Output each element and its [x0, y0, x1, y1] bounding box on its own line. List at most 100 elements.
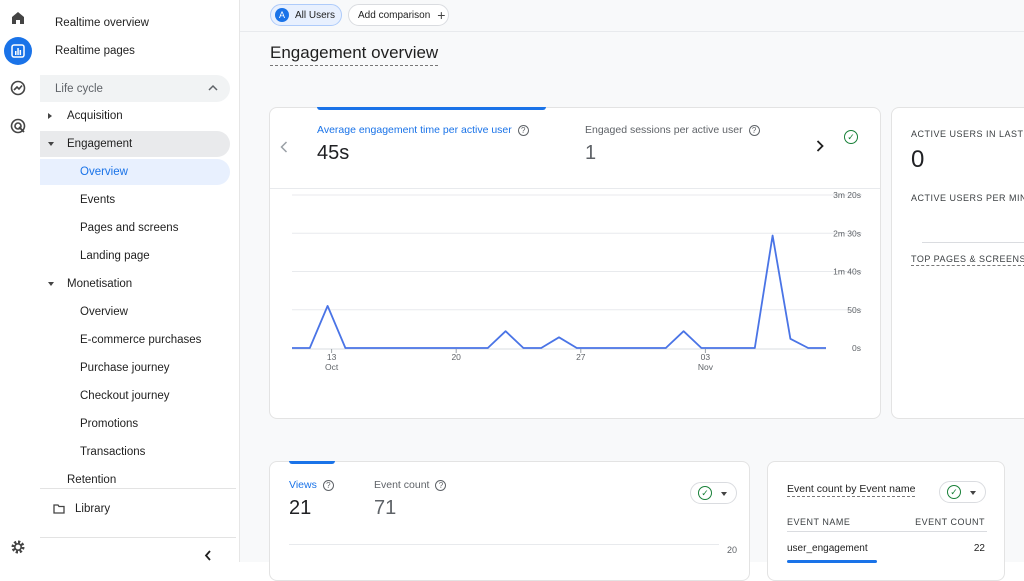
- main-content: A All Users Add comparison + Engagement …: [240, 0, 1024, 581]
- nav-label: Monetisation: [67, 278, 133, 290]
- column-header-event-name[interactable]: EVENT NAME: [787, 517, 850, 527]
- metric-value: 45s: [317, 142, 350, 164]
- chevron-right-icon[interactable]: [816, 140, 824, 152]
- top-pages-label[interactable]: TOP PAGES & SCREENS: [911, 254, 1024, 266]
- metric-views[interactable]: Views ?: [289, 479, 334, 491]
- event-count-card: Event count by Event name ✓ EVENT NAME E…: [767, 461, 1005, 581]
- x-tick-label: 20: [451, 352, 461, 362]
- nav-engagement-overview[interactable]: Overview: [40, 159, 230, 185]
- reports-icon[interactable]: [4, 37, 32, 65]
- x-tick-month-label: Oct: [325, 362, 339, 372]
- metric-label: Event count: [374, 479, 430, 491]
- header-divider: [240, 31, 1024, 32]
- card-title[interactable]: Event count by Event name: [787, 483, 916, 497]
- nav-label: Retention: [67, 474, 117, 486]
- collapse-nav-chevron-icon[interactable]: [204, 550, 212, 561]
- section-label: Life cycle: [55, 82, 103, 95]
- table-divider: [787, 531, 987, 532]
- help-icon[interactable]: ?: [748, 124, 760, 136]
- nav-landing-page[interactable]: Landing page: [40, 243, 230, 269]
- metric-label: Average engagement time per active user: [317, 124, 512, 136]
- nav-promotions[interactable]: Promotions: [40, 411, 230, 437]
- x-tick-label: 13: [327, 352, 337, 362]
- x-tick-month-label: Nov: [698, 362, 714, 372]
- series-line[interactable]: [292, 234, 826, 349]
- help-icon[interactable]: ?: [517, 124, 529, 136]
- nav-ecommerce-purchases[interactable]: E-commerce purchases: [40, 327, 230, 353]
- nav-monetisation-overview[interactable]: Overview: [40, 299, 230, 325]
- settings-icon[interactable]: [6, 535, 30, 559]
- nav-retention[interactable]: Retention: [40, 467, 230, 493]
- nav-engagement[interactable]: Engagement: [40, 131, 230, 157]
- nav-label: Events: [80, 194, 116, 206]
- nav-label: Purchase journey: [80, 362, 170, 374]
- advertising-icon[interactable]: [6, 114, 30, 138]
- metric-value: 21: [289, 497, 312, 519]
- nav-realtime-pages[interactable]: Realtime pages: [40, 38, 230, 64]
- active-metric-indicator: [289, 461, 335, 464]
- compare-label: Add comparison: [358, 9, 431, 21]
- collapse-chevron-icon: [208, 84, 218, 91]
- nav-acquisition[interactable]: Acquisition: [40, 103, 230, 129]
- y-tick-label: 3m 20s: [833, 190, 861, 200]
- metric-engaged-sessions[interactable]: Engaged sessions per active user ?: [585, 124, 760, 136]
- segment-label: All Users: [295, 9, 336, 21]
- nav-pages-and-screens[interactable]: Pages and screens: [40, 215, 230, 241]
- per-minute-label: ACTIVE USERS PER MINU: [911, 193, 1024, 203]
- home-icon[interactable]: [6, 6, 30, 30]
- event-options-dropdown[interactable]: ✓: [939, 481, 986, 503]
- views-chart-card: Views ? 21 Event count ? 71 ✓ 20: [269, 461, 750, 581]
- nav-divider: [40, 537, 236, 538]
- report-navigation: Realtime overview Realtime pages Life cy…: [36, 0, 240, 562]
- lifecycle-section-header[interactable]: Life cycle: [40, 75, 230, 102]
- chevron-left-icon[interactable]: [280, 141, 288, 153]
- nav-label: Pages and screens: [80, 222, 179, 234]
- nav-label: Realtime pages: [55, 45, 135, 57]
- views-options-dropdown[interactable]: ✓: [690, 482, 737, 504]
- page-title: Engagement overview: [270, 43, 439, 66]
- nav-label: Checkout journey: [80, 390, 170, 402]
- nav-label: Landing page: [80, 250, 150, 262]
- column-header-event-count[interactable]: EVENT COUNT: [915, 517, 985, 527]
- metric-avg-engagement-time[interactable]: Average engagement time per active user …: [317, 124, 529, 136]
- dropdown-arrow-icon: [721, 492, 727, 496]
- metric-event-count[interactable]: Event count ?: [374, 479, 447, 491]
- y-axis-label: 20: [727, 545, 738, 555]
- nav-label: Overview: [80, 166, 128, 178]
- check-circle-icon: ✓: [947, 485, 961, 499]
- nav-purchase-journey[interactable]: Purchase journey: [40, 355, 230, 381]
- nav-library[interactable]: Library: [40, 496, 230, 522]
- nav-label: Engagement: [67, 138, 133, 150]
- expand-caret-icon: [48, 112, 52, 119]
- segment-avatar: A: [275, 8, 289, 22]
- engagement-chart-card: Average engagement time per active user …: [269, 107, 881, 419]
- collapse-caret-icon: [48, 142, 54, 146]
- event-count-cell: 22: [973, 543, 985, 554]
- segment-chip-all-users[interactable]: A All Users: [270, 4, 342, 26]
- y-tick-label: 50s: [847, 305, 861, 315]
- nav-checkout-journey[interactable]: Checkout journey: [40, 383, 230, 409]
- nav-realtime-overview[interactable]: Realtime overview: [40, 10, 230, 36]
- y-tick-label: 1m 40s: [833, 267, 861, 277]
- nav-label: Library: [75, 503, 111, 515]
- nav-label: Promotions: [80, 418, 139, 430]
- engagement-line-chart: 3m 20s 2m 30s 1m 40s 50s 0s 13Oct 20 27 03Nov: [292, 190, 862, 372]
- nav-transactions[interactable]: Transactions: [40, 439, 230, 465]
- explore-icon[interactable]: [6, 76, 30, 100]
- nav-divider: [40, 488, 236, 489]
- y-tick-label: 2m 30s: [833, 228, 861, 238]
- icon-rail: [0, 0, 36, 562]
- add-comparison-button[interactable]: Add comparison +: [348, 4, 449, 26]
- active-users-value: 0: [911, 146, 925, 173]
- x-tick-label: 27: [576, 352, 586, 362]
- dropdown-arrow-icon: [970, 491, 976, 495]
- metric-label: Views: [289, 479, 317, 491]
- help-icon[interactable]: ?: [322, 479, 334, 491]
- help-icon[interactable]: ?: [435, 479, 447, 491]
- y-tick-label: 0s: [852, 343, 861, 353]
- nav-monetisation[interactable]: Monetisation: [40, 271, 230, 297]
- nav-events[interactable]: Events: [40, 187, 230, 213]
- realtime-card: ACTIVE USERS IN LAST 3 0 ACTIVE USERS PE…: [891, 107, 1024, 419]
- x-tick-label: 03: [701, 352, 711, 362]
- check-circle-icon[interactable]: ✓: [844, 130, 858, 144]
